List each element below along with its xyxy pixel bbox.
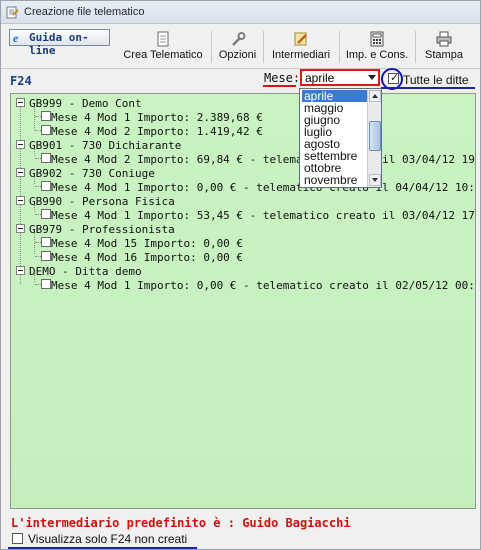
- stampa-label: Stampa: [425, 49, 463, 61]
- tree-leaf-f24[interactable]: Mese 4 Mod 16 Importo: 0,00 €: [51, 251, 243, 264]
- tree-leaf-f24[interactable]: Mese 4 Mod 1 Importo: 53,45 € - telemati…: [51, 209, 475, 222]
- intermediari-button[interactable]: Intermediari: [265, 26, 337, 66]
- f24-heading: F24: [10, 74, 32, 88]
- tree-leaf-checkbox[interactable]: [41, 279, 51, 289]
- tree-node-company[interactable]: GB990 - Persona Fisica: [29, 195, 175, 208]
- collapse-icon[interactable]: [16, 266, 25, 275]
- telematico-window: Creazione file telematico e Guida on-lin…: [0, 0, 481, 550]
- app-icon: [6, 6, 19, 19]
- guida-online-label: Guida on-line: [29, 31, 89, 57]
- tree-connector: [20, 106, 21, 284]
- tree-leaf-f24[interactable]: Mese 4 Mod 1 Importo: 0,00 € - telematic…: [51, 181, 475, 194]
- tree-leaf-checkbox[interactable]: [41, 181, 51, 191]
- guida-online-button[interactable]: e Guida on-line: [9, 29, 110, 57]
- mese-dropdown-list[interactable]: aprile maggio giugno luglio agosto sette…: [299, 88, 382, 188]
- scroll-thumb[interactable]: [369, 121, 381, 151]
- tree-leaf-f24[interactable]: Mese 4 Mod 1 Importo: 2.389,68 €: [51, 111, 263, 124]
- intermediario-predefinito-text: L'intermediario predefinito è : Guido Ba…: [11, 516, 351, 530]
- mese-select-value: aprile: [305, 71, 335, 85]
- imp-cons-label: Imp. e Cons.: [345, 49, 409, 61]
- collapse-icon[interactable]: [16, 98, 25, 107]
- tree-node-company[interactable]: GB901 - 730 Dichiarante: [29, 139, 181, 152]
- tree-leaf-checkbox[interactable]: [41, 111, 51, 121]
- toolbar-separator: [415, 31, 416, 63]
- tree-leaf-f24[interactable]: Mese 4 Mod 2 Importo: 69,84 € - telemati…: [51, 153, 475, 166]
- printer-icon: [436, 31, 452, 47]
- tree-node-company[interactable]: GB902 - 730 Coniuge: [29, 167, 155, 180]
- tree-node-company[interactable]: GB999 - Demo Cont: [29, 97, 142, 110]
- collapse-icon[interactable]: [16, 196, 25, 205]
- title-bar: Creazione file telematico: [1, 1, 480, 24]
- visualizza-annotation-underline: [8, 547, 197, 549]
- collapse-icon[interactable]: [16, 140, 25, 149]
- collapse-icon[interactable]: [16, 168, 25, 177]
- tree-node-company[interactable]: GB979 - Professionista: [29, 223, 175, 236]
- dropdown-scrollbar[interactable]: [367, 89, 381, 187]
- toolbar-separator: [263, 31, 264, 63]
- tree-leaf-checkbox[interactable]: [41, 237, 51, 247]
- browser-e-icon: e: [13, 31, 19, 45]
- toolbar-separator: [339, 31, 340, 63]
- mese-annotation-underline: [263, 85, 296, 87]
- collapse-icon[interactable]: [16, 224, 25, 233]
- window-title: Creazione file telematico: [24, 6, 145, 18]
- checkmark-icon: ✓: [390, 72, 400, 84]
- tree-leaf-f24[interactable]: Mese 4 Mod 2 Importo: 1.419,42 €: [51, 125, 263, 138]
- tree-leaf-checkbox[interactable]: [41, 251, 51, 261]
- chevron-down-icon[interactable]: [368, 75, 376, 80]
- opzioni-button[interactable]: Opzioni: [214, 26, 261, 66]
- intermediari-label: Intermediari: [271, 49, 331, 61]
- scroll-up-icon[interactable]: [369, 90, 381, 102]
- tree-leaf-checkbox[interactable]: [41, 153, 51, 163]
- visualizza-non-creati-label[interactable]: Visualizza solo F24 non creati: [28, 532, 187, 546]
- crea-telematico-button[interactable]: Crea Telematico: [117, 26, 209, 66]
- toolbar: e Guida on-line Crea Telematico Opzioni: [1, 25, 480, 69]
- mese-select[interactable]: aprile: [300, 69, 380, 86]
- visualizza-non-creati-checkbox[interactable]: [12, 533, 23, 544]
- tutte-annotation-underline: [381, 87, 475, 89]
- calculator-icon: [370, 31, 384, 47]
- document-icon: [157, 31, 169, 47]
- mese-option[interactable]: novembre: [302, 174, 368, 186]
- tree-leaf-checkbox[interactable]: [41, 209, 51, 219]
- tree-leaf-checkbox[interactable]: [41, 125, 51, 135]
- mese-label: Mese:: [264, 71, 301, 85]
- toolbar-separator: [211, 31, 212, 63]
- tree-leaf-f24[interactable]: Mese 4 Mod 1 Importo: 0,00 € - telematic…: [51, 279, 475, 292]
- imp-cons-button[interactable]: Imp. e Cons.: [341, 26, 413, 66]
- opzioni-label: Opzioni: [218, 49, 257, 61]
- f24-tree[interactable]: GB999 - Demo Cont Mese 4 Mod 1 Importo: …: [10, 93, 476, 509]
- wrench-icon: [231, 32, 245, 46]
- tree-node-company[interactable]: DEMO - Ditta demo: [29, 265, 142, 278]
- tutte-le-ditte-checkbox[interactable]: ✓: [388, 72, 400, 84]
- scroll-down-icon[interactable]: [369, 174, 381, 186]
- tutte-le-ditte-label[interactable]: Tutte le ditte: [403, 73, 469, 87]
- stampa-button[interactable]: Stampa: [419, 26, 469, 66]
- pencil-icon: [294, 32, 307, 46]
- tree-leaf-f24[interactable]: Mese 4 Mod 15 Importo: 0,00 €: [51, 237, 243, 250]
- crea-telematico-label: Crea Telematico: [123, 49, 203, 61]
